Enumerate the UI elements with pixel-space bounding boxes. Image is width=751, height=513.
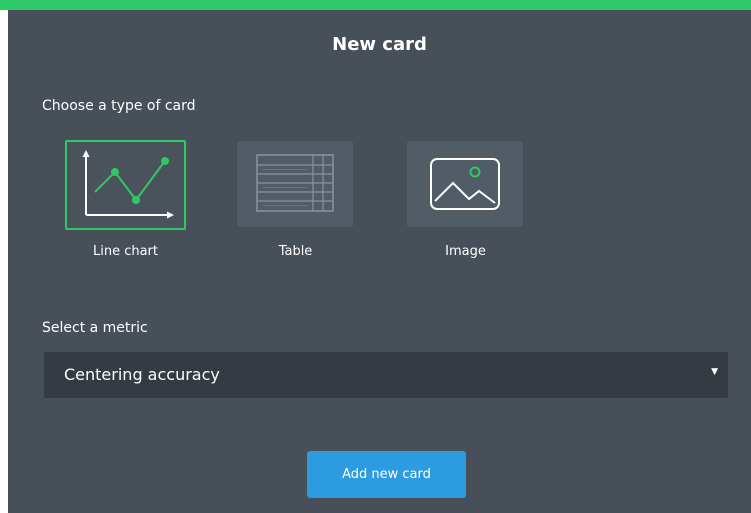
add-new-card-button[interactable]: Add new card	[307, 451, 466, 498]
table-icon	[256, 154, 334, 212]
caret-down-icon: ▼	[711, 367, 718, 377]
card-type-line-chart[interactable]	[65, 140, 186, 230]
metric-select[interactable]: Centering accuracy ▼	[44, 352, 728, 398]
new-card-dialog: New card Choose a type of card Line char…	[8, 10, 751, 513]
card-type-line-chart-label: Line chart	[92, 244, 159, 259]
metric-label: Select a metric	[42, 320, 148, 336]
card-type-image[interactable]	[407, 141, 523, 227]
card-type-table-label: Table	[278, 244, 313, 259]
dialog-title: New card	[332, 34, 427, 55]
top-accent-bar	[0, 0, 751, 10]
line-chart-icon	[82, 150, 174, 219]
screen: New card Choose a type of card Line char…	[0, 0, 751, 513]
metric-select-value: Centering accuracy	[64, 365, 220, 384]
card-type-table[interactable]	[237, 141, 353, 227]
image-icon	[430, 158, 500, 210]
card-type-image-label: Image	[445, 244, 486, 259]
card-type-label: Choose a type of card	[42, 98, 196, 114]
